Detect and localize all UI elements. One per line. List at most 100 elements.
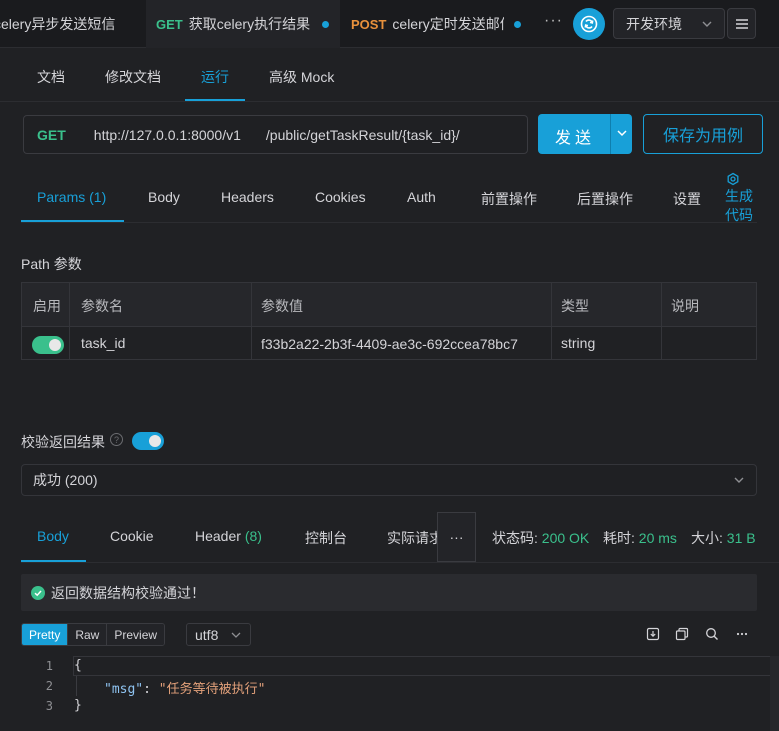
response-size-stat: 大小: 31 B	[691, 528, 756, 548]
divider	[0, 101, 779, 102]
code-line: {	[74, 658, 82, 673]
line-number: 3	[45, 699, 53, 713]
tab-pre-actions[interactable]: 前置操作	[481, 189, 537, 209]
environment-select[interactable]: 开发环境	[613, 8, 725, 39]
param-type-cell[interactable]: string	[561, 335, 595, 351]
path-params-table: 启用 参数名 参数值 类型 说明 task_id f33b2a22-2b3f-4…	[21, 282, 757, 360]
column-divider	[251, 283, 252, 359]
hamburger-icon	[735, 18, 748, 29]
header-tab-label: Header	[195, 528, 245, 544]
gear-icon	[727, 172, 739, 186]
subtab-docs[interactable]: 文档	[37, 67, 65, 87]
generate-code-button[interactable]: 生成 代码	[725, 172, 759, 225]
column-header-value: 参数值	[261, 298, 303, 314]
column-divider	[69, 283, 70, 359]
tab-title: celery异步发送短信	[0, 16, 116, 32]
response-time-label: 耗时:	[603, 530, 635, 546]
table-header-row	[22, 283, 756, 327]
tab-settings[interactable]: 设置	[673, 189, 701, 209]
divider	[610, 114, 611, 154]
response-size-label: 大小:	[691, 530, 723, 546]
format-preview-button[interactable]: Preview	[107, 624, 165, 645]
json-key: "msg"	[104, 682, 144, 697]
generate-code-label-1: 生成	[725, 188, 753, 204]
response-status-select[interactable]: 成功 (200)	[21, 464, 757, 496]
save-as-case-button[interactable]: 保存为用例	[643, 114, 763, 154]
column-header-type: 类型	[561, 298, 589, 314]
subtab-advanced-mock[interactable]: 高级 Mock	[269, 67, 334, 87]
format-pretty-button[interactable]: Pretty	[22, 624, 69, 645]
environment-label: 开发环境	[626, 15, 682, 32]
subtab-run[interactable]: 运行	[201, 67, 229, 87]
send-label: 发送	[555, 130, 596, 147]
send-button[interactable]: 发送	[538, 114, 632, 154]
json-string-value: "任务等待被执行"	[158, 682, 266, 697]
json-colon: :	[143, 682, 159, 697]
divider	[21, 562, 779, 563]
tab-cookies[interactable]: Cookies	[315, 189, 366, 205]
chevron-down-icon[interactable]	[615, 126, 629, 140]
tab-post-actions[interactable]: 后置操作	[577, 189, 633, 209]
subtab-edit-docs[interactable]: 修改文档	[105, 67, 161, 87]
response-time-stat: 耗时: 20 ms	[603, 528, 677, 548]
response-time-value: 20 ms	[638, 530, 677, 546]
line-number: 1	[45, 659, 53, 673]
search-icon	[706, 628, 718, 640]
more-tabs-button[interactable]: ···	[544, 12, 563, 30]
response-tab-console[interactable]: 控制台	[305, 528, 347, 548]
more-icon	[736, 632, 748, 636]
tab-body[interactable]: Body	[148, 189, 180, 205]
code-line: }	[74, 698, 82, 713]
line-number: 2	[45, 679, 53, 693]
unsaved-dot-icon	[514, 20, 522, 28]
sync-button[interactable]	[573, 8, 605, 40]
tab-method: GET	[156, 16, 183, 32]
path-params-title: Path 参数	[21, 256, 82, 272]
code-line: "msg": "任务等待被执行"	[104, 678, 265, 697]
request-tab-bar: celery异步发送短信 GET 获取celery执行结果 POST celer…	[0, 0, 779, 48]
response-tab-cookie[interactable]: Cookie	[110, 528, 154, 544]
request-tab-celery-email[interactable]: POST celery定时发送邮件	[340, 0, 536, 48]
more-response-tabs-button[interactable]: ···	[437, 512, 476, 562]
help-icon[interactable]: ?	[110, 433, 123, 446]
copy-button[interactable]	[674, 626, 690, 642]
tab-headers[interactable]: Headers	[221, 189, 274, 205]
menu-button[interactable]	[727, 8, 756, 39]
response-body-editor[interactable]: 1 2 3 { "msg": "任务等待被执行" }	[21, 656, 777, 731]
tab-params[interactable]: Params (1)	[37, 189, 106, 205]
param-name-cell[interactable]: task_id	[81, 335, 125, 351]
chevron-down-icon	[734, 477, 744, 483]
search-button[interactable]	[704, 626, 720, 642]
request-tab-get-celery-result[interactable]: GET 获取celery执行结果	[146, 0, 340, 48]
encoding-select[interactable]: utf8	[186, 623, 251, 646]
format-raw-button[interactable]: Raw	[68, 624, 108, 645]
param-enabled-toggle[interactable]	[32, 336, 64, 354]
more-actions-button[interactable]	[734, 626, 750, 642]
column-header-desc: 说明	[671, 298, 699, 314]
column-header-enabled: 启用	[33, 298, 61, 314]
validation-message: 返回数据结构校验通过！	[51, 584, 205, 601]
sync-icon	[580, 15, 598, 33]
request-tab-celery-sms[interactable]: celery异步发送短信	[0, 0, 146, 48]
download-button[interactable]	[645, 626, 661, 642]
param-desc-cell[interactable]	[671, 335, 751, 355]
response-tab-body[interactable]: Body	[37, 528, 69, 544]
status-code-label: 状态码:	[492, 530, 538, 546]
header-count: (8)	[244, 528, 262, 544]
vertical-scrollbar[interactable]	[770, 656, 779, 731]
status-code-value: 200 OK	[541, 530, 590, 546]
response-tab-header[interactable]: Header (8)	[195, 528, 262, 544]
response-size-value: 31 B	[726, 530, 756, 546]
url-input[interactable]: GET http://127.0.0.1:8000/v1 /public/get…	[23, 115, 528, 154]
download-icon	[646, 627, 660, 641]
status-code-stat: 状态码: 200 OK	[492, 528, 589, 548]
validate-response-toggle[interactable]	[132, 432, 164, 450]
unsaved-dot-icon	[322, 20, 330, 28]
param-value-cell[interactable]: f33b2a22-2b3f-4409-ae3c-692ccea78bc7	[261, 336, 545, 352]
column-divider	[551, 283, 552, 359]
tab-auth[interactable]: Auth	[407, 189, 436, 205]
column-divider	[661, 283, 662, 359]
tab-title: celery定时发送邮件	[392, 16, 505, 32]
response-tab-actual-request[interactable]: 实际请求	[387, 528, 437, 548]
current-line-highlight	[73, 656, 777, 676]
